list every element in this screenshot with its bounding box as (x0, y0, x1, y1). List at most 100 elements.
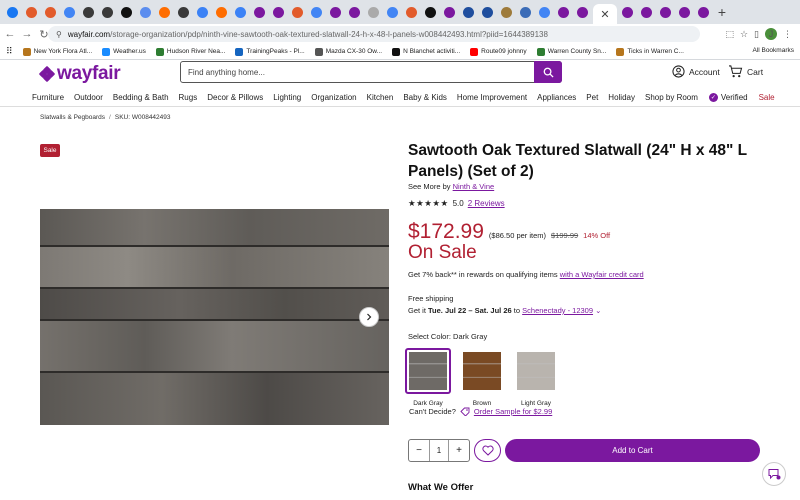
product-image[interactable] (40, 209, 389, 425)
bookmark-item[interactable]: Warren County Sn... (536, 47, 606, 56)
order-sample-link[interactable]: Order Sample for $2.99 (474, 407, 552, 416)
profile-avatar[interactable]: J (765, 28, 777, 40)
browser-menu-icon[interactable]: ⋮ (783, 29, 792, 40)
wayfair-logo[interactable]: wayfair (38, 63, 121, 85)
decrease-quantity-button[interactable]: − (409, 440, 429, 461)
browser-tab[interactable] (289, 4, 306, 21)
nav-category[interactable]: Home Improvement (452, 93, 532, 102)
bookmark-star-icon[interactable]: ☆ (740, 29, 748, 40)
browser-tab[interactable] (270, 4, 287, 21)
browser-tab[interactable] (194, 4, 211, 21)
bookmark-item[interactable]: Hudson River Nea... (155, 47, 225, 56)
browser-tab[interactable] (156, 4, 173, 21)
nav-category[interactable]: Appliances (532, 93, 581, 102)
back-icon[interactable]: ← (3, 28, 17, 40)
bookmark-item[interactable]: New York Flora Atl... (22, 47, 92, 56)
browser-tab[interactable] (536, 4, 553, 21)
image-next-button[interactable] (359, 307, 379, 327)
bookmark-item[interactable]: Route09 johnny (470, 47, 527, 56)
search-input[interactable] (181, 63, 533, 81)
browser-tab[interactable] (422, 4, 439, 21)
nav-category[interactable]: Lighting (268, 93, 306, 102)
new-tab-icon[interactable]: + (714, 4, 730, 20)
bookmark-item[interactable]: Weather.us (102, 47, 146, 56)
browser-tab[interactable] (251, 4, 268, 21)
nav-category[interactable]: Outdoor (69, 93, 108, 102)
nav-category[interactable]: Furniture (27, 93, 69, 102)
color-swatch[interactable]: Dark Gray (405, 348, 451, 407)
forward-icon[interactable]: → (20, 28, 34, 40)
all-bookmarks[interactable]: All Bookmarks (752, 47, 794, 54)
browser-tab[interactable] (695, 4, 712, 21)
color-swatch[interactable]: Brown (462, 348, 502, 407)
apps-grid-icon[interactable]: ⠿ (6, 46, 13, 57)
extensions-icon[interactable]: ⬚ (725, 29, 734, 40)
browser-tab[interactable] (4, 4, 21, 21)
browser-tab[interactable] (232, 4, 249, 21)
browser-tab[interactable] (619, 4, 636, 21)
browser-tab[interactable] (137, 4, 154, 21)
browser-tab[interactable]: ✕ (593, 4, 617, 24)
browser-tab[interactable] (555, 4, 572, 21)
favorite-button[interactable] (474, 439, 501, 462)
add-to-cart-button[interactable]: Add to Cart (505, 439, 760, 462)
nav-category[interactable]: Organization (306, 93, 361, 102)
browser-tab[interactable] (676, 4, 693, 21)
reviews-link[interactable]: 2 Reviews (468, 199, 505, 208)
browser-tab[interactable] (213, 4, 230, 21)
address-bar[interactable]: ⚲ wayfair.com/storage-organization/pdp/n… (48, 26, 700, 42)
nav-sale[interactable]: Sale (754, 93, 780, 102)
browser-tab[interactable] (498, 4, 515, 21)
zip-link[interactable]: Schenectady - 12309 (522, 306, 593, 315)
sku-text: SKU: W008442493 (114, 114, 171, 121)
browser-tab[interactable] (479, 4, 496, 21)
browser-tab[interactable] (460, 4, 477, 21)
browser-tab[interactable] (175, 4, 192, 21)
nav-verified[interactable]: ✓ Verified (703, 92, 754, 102)
nav-category[interactable]: Baby & Kids (398, 93, 452, 102)
nav-category[interactable]: Rugs (174, 93, 203, 102)
nav-category[interactable]: Pet (581, 93, 603, 102)
browser-tab[interactable] (441, 4, 458, 21)
close-tab-icon[interactable]: ✕ (600, 8, 609, 21)
nav-category[interactable]: Decor & Pillows (202, 93, 268, 102)
browser-tab[interactable] (517, 4, 534, 21)
browser-tab[interactable] (61, 4, 78, 21)
bookmark-item[interactable]: TrainingPeaks - Pl... (235, 47, 305, 56)
cart-link[interactable]: Cart (728, 65, 763, 78)
nav-category[interactable]: Holiday (603, 93, 640, 102)
quantity-value[interactable]: 1 (429, 440, 449, 461)
browser-tab[interactable] (99, 4, 116, 21)
side-panel-icon[interactable]: ▯ (754, 29, 759, 40)
browser-tab[interactable] (384, 4, 401, 21)
browser-tab[interactable] (308, 4, 325, 21)
browser-tab[interactable] (327, 4, 344, 21)
breadcrumb-link[interactable]: Slatwalls & Pegboards (40, 114, 105, 121)
browser-tab[interactable] (346, 4, 363, 21)
nav-category[interactable]: Shop by Room (640, 93, 703, 102)
browser-tab[interactable] (118, 4, 135, 21)
nav-category[interactable]: Bedding & Bath (108, 93, 174, 102)
brand-link[interactable]: Ninth & Vine (453, 182, 495, 191)
browser-tab[interactable] (365, 4, 382, 21)
site-info-icon[interactable]: ⚲ (56, 30, 62, 39)
bookmark-item[interactable]: Mazda CX-30 Ow... (314, 47, 382, 56)
nav-category[interactable]: Kitchen (362, 93, 399, 102)
bookmark-item[interactable]: N Blanchet activiti... (392, 47, 460, 56)
browser-tab[interactable] (657, 4, 674, 21)
bookmark-item[interactable]: Ticks in Warren C... (616, 47, 684, 56)
chat-button[interactable] (762, 462, 786, 486)
browser-tab[interactable] (574, 4, 591, 21)
search-button[interactable] (534, 61, 562, 83)
browser-tab[interactable] (23, 4, 40, 21)
browser-tab[interactable] (80, 4, 97, 21)
browser-tab[interactable] (638, 4, 655, 21)
color-swatch[interactable]: Light Gray (516, 348, 556, 407)
browser-toolbar: ← → ↻ ⚲ wayfair.com/storage-organization… (0, 24, 800, 44)
account-link[interactable]: Account (672, 65, 720, 78)
browser-tab[interactable] (42, 4, 59, 21)
chevron-down-icon[interactable]: ⌄ (595, 306, 601, 315)
browser-tab[interactable] (403, 4, 420, 21)
increase-quantity-button[interactable]: + (449, 440, 469, 461)
credit-card-link[interactable]: with a Wayfair credit card (560, 270, 644, 279)
